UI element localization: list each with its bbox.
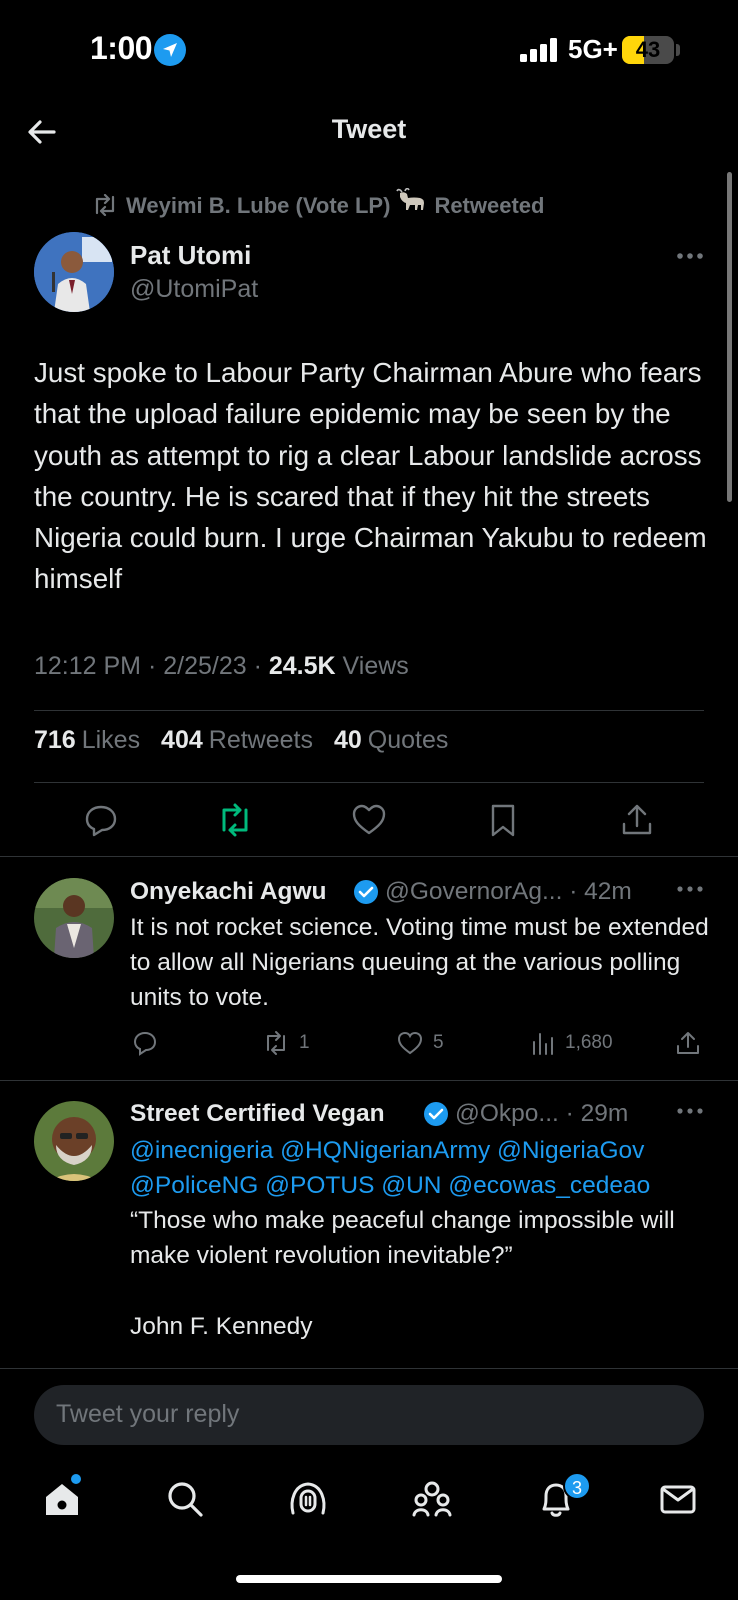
scrollbar[interactable] (727, 172, 732, 502)
author-avatar[interactable] (34, 232, 114, 312)
views-count: 24.5K (268, 652, 336, 680)
reply-text: It is not rocket science. Voting time mu… (130, 914, 709, 1011)
verified-badge-icon (424, 1102, 448, 1126)
more-options-icon[interactable] (676, 1107, 704, 1115)
author-name[interactable]: Pat Utomi (130, 240, 251, 271)
home-icon[interactable] (42, 1479, 82, 1519)
messages-mail-icon[interactable] (658, 1479, 698, 1519)
divider (34, 710, 704, 711)
reply-avatar[interactable] (34, 1101, 114, 1181)
reply-quote-text: “Those who make peaceful change impossib… (130, 1207, 675, 1269)
retweeter-name: Weyimi B. Lube (Vote LP) (126, 193, 391, 218)
reply-author-name[interactable]: Street Certified Vegan (130, 1100, 385, 1128)
like-heart-icon[interactable] (351, 802, 387, 838)
retweet-icon[interactable] (263, 1030, 289, 1056)
reply-input-placeholder: Tweet your reply (56, 1400, 240, 1428)
reply-author-name[interactable]: Onyekachi Agwu (130, 878, 327, 906)
reply-author-handle[interactable]: @GovernorAg... · 42m (385, 878, 632, 906)
notifications-badge: 3 (563, 1472, 591, 1500)
page-title: Tweet (331, 114, 407, 144)
reply-time: 42m (584, 878, 632, 905)
search-icon[interactable] (165, 1479, 205, 1519)
reply-input[interactable]: Tweet your reply (34, 1385, 704, 1445)
more-options-icon[interactable] (676, 885, 704, 893)
divider (34, 782, 704, 783)
tweet-timestamp: 12:12 PM · 2/25/23 · 24.5K Views (34, 652, 409, 680)
tweet-time: 12:12 PM (34, 652, 142, 680)
divider (0, 856, 738, 857)
reply-icon[interactable] (83, 802, 119, 838)
top-header: Tweet (0, 100, 738, 168)
likes-label: Likes (81, 726, 141, 754)
battery-icon: 43 (622, 36, 674, 64)
reply-handle: @GovernorAg... (385, 878, 563, 905)
home-indicator[interactable] (236, 1575, 502, 1583)
tweet-text: Just spoke to Labour Party Chairman Abur… (34, 357, 707, 595)
engagement-stats: 716 Likes 404 Retweets 40 Quotes (34, 726, 462, 755)
quotes-stat[interactable]: 40 Quotes (334, 726, 448, 754)
views-label: Views (342, 652, 409, 680)
share-icon[interactable] (619, 802, 655, 838)
likes-count: 716 (34, 726, 76, 754)
goat-emoji-icon (396, 188, 425, 210)
reply-attribution: John F. Kennedy (130, 1313, 313, 1340)
reply-avatar[interactable] (34, 878, 114, 958)
reply-time: 29m (580, 1100, 629, 1127)
network-type: 5G+ (568, 34, 618, 64)
author-handle[interactable]: @UtomiPat (130, 275, 258, 304)
communities-icon[interactable] (412, 1479, 452, 1519)
retweets-label: Retweets (208, 726, 313, 754)
cellular-signal-icon (520, 38, 557, 62)
reply-mentions-line[interactable]: @inecnigeria @HQNigerianArmy @NigeriaGov (130, 1133, 710, 1168)
share-icon[interactable] (675, 1030, 701, 1056)
reply-handle: @Okpo... (455, 1100, 559, 1127)
tweet-date: 2/25/23 (163, 652, 247, 680)
home-unread-dot (71, 1474, 81, 1484)
quotes-count: 40 (333, 726, 362, 754)
reply-author-handle[interactable]: @Okpo... · 29m (455, 1100, 628, 1128)
retweet-banner[interactable]: Weyimi B. Lube (Vote LP) Retweeted (92, 188, 544, 219)
reply-retweet-count: 1 (299, 1032, 310, 1053)
retweet-icon[interactable] (217, 802, 253, 838)
reply-like-count: 5 (433, 1032, 444, 1053)
retweets-count: 404 (161, 726, 203, 754)
views-chart-icon[interactable] (530, 1030, 556, 1056)
verified-badge-icon (354, 880, 378, 904)
retweets-stat[interactable]: 404 Retweets (161, 726, 313, 754)
retweeted-label: Retweeted (434, 193, 545, 218)
bookmark-icon[interactable] (485, 802, 521, 838)
reply-view-count: 1,680 (565, 1032, 613, 1053)
likes-stat[interactable]: 716 Likes (34, 726, 140, 754)
divider (0, 1368, 738, 1369)
status-bar: 1:00 5G+ 43 (0, 0, 738, 100)
reply-mentions-line[interactable]: @PoliceNG @POTUS @UN @ecowas_cedeao (130, 1168, 710, 1203)
status-time: 1:00 (90, 30, 153, 66)
reply-icon[interactable] (132, 1030, 158, 1056)
battery-cap (676, 44, 680, 56)
quotes-label: Quotes (367, 726, 449, 754)
battery-level: 43 (635, 37, 661, 62)
more-options-icon[interactable] (676, 252, 704, 260)
location-arrow-icon (154, 34, 186, 66)
retweet-icon (95, 193, 115, 217)
spaces-icon[interactable] (288, 1479, 328, 1519)
like-heart-icon[interactable] (397, 1030, 423, 1056)
divider (0, 1080, 738, 1081)
